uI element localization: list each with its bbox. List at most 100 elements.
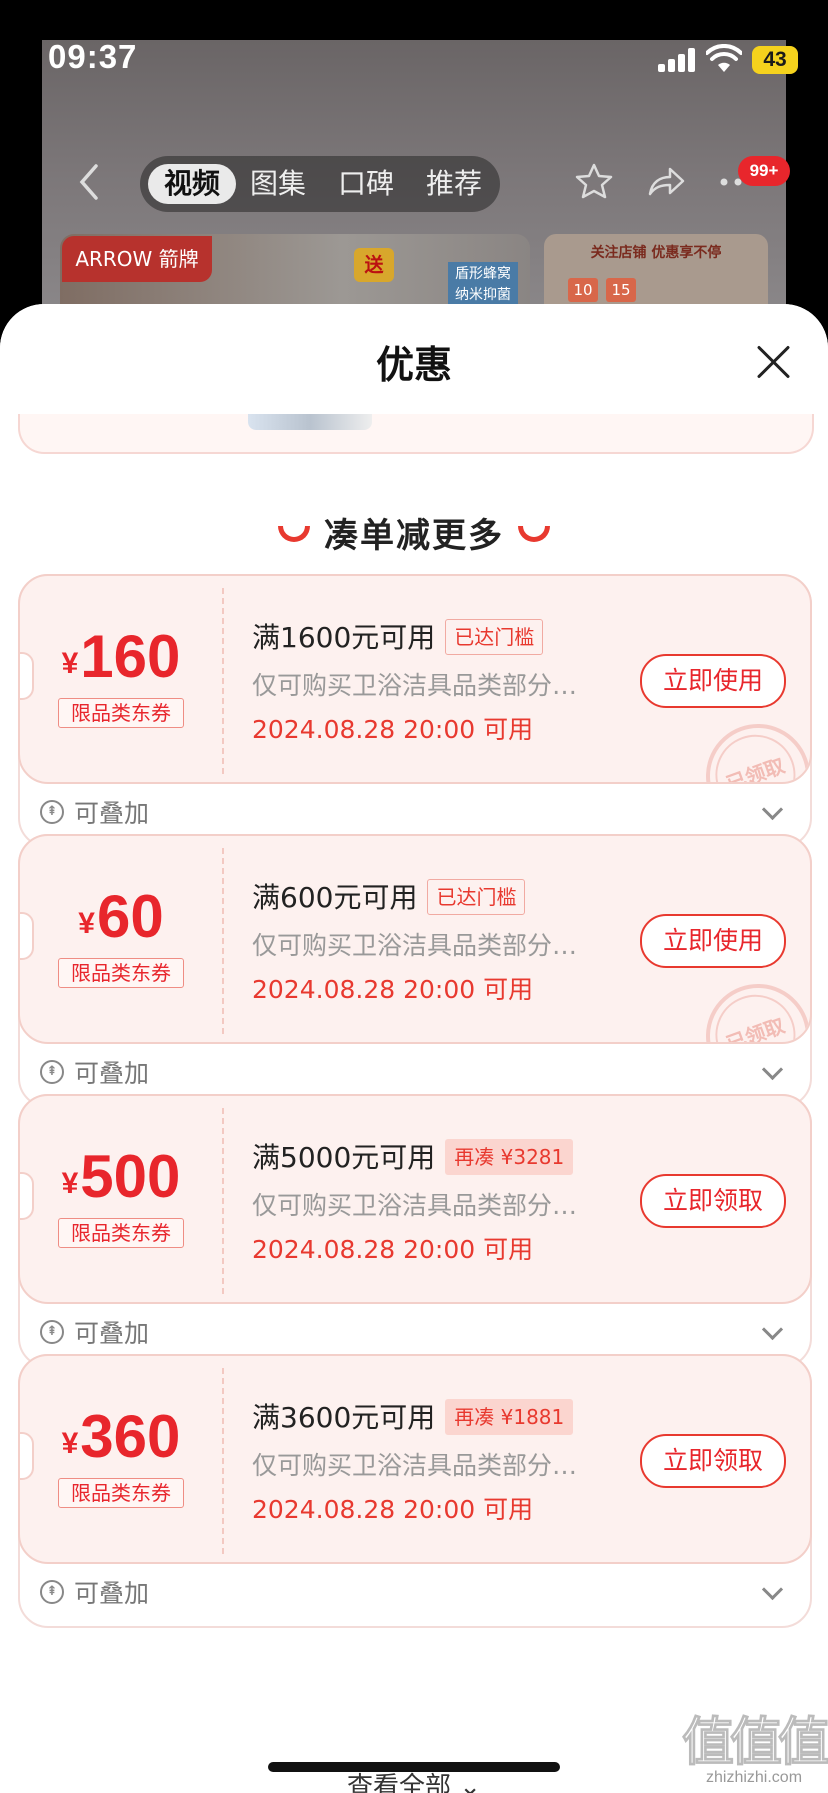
threshold-tag: 已达门槛 xyxy=(445,619,544,655)
condition-text: 满600元可用 xyxy=(252,881,418,914)
remaining-amount-tag: 再凑 ¥3281 xyxy=(445,1139,574,1175)
amount-value: 160 xyxy=(80,623,181,690)
coupon-divider xyxy=(222,1368,224,1554)
product-feature-tag: 盾形蜂窝 纳米抑菌 xyxy=(448,262,518,310)
condition-text: 满5000元可用 xyxy=(252,1141,436,1174)
home-indicator[interactable] xyxy=(268,1762,560,1772)
condition-text: 满3600元可用 xyxy=(252,1401,436,1434)
threshold-tag: 已达门槛 xyxy=(427,879,526,915)
claimed-stamp-text: 已领取 xyxy=(704,723,807,782)
coupon-divider xyxy=(222,1108,224,1294)
coupon-divider xyxy=(222,848,224,1034)
close-button[interactable] xyxy=(752,340,796,384)
currency-symbol: ¥ xyxy=(61,1167,79,1200)
stack-icon: ⇞ xyxy=(40,800,64,824)
coupon-divider xyxy=(222,588,224,774)
coupon-type-tag: 限品类东券 xyxy=(58,1478,184,1508)
coupon-condition: 满600元可用 已达门槛 xyxy=(252,876,526,916)
mini-coupon: 15 xyxy=(606,278,636,302)
remaining-amount-tag: 再凑 ¥1881 xyxy=(445,1399,574,1435)
amount-value: 360 xyxy=(80,1403,181,1470)
coupon-date: 2024.08.28 20:00 可用 xyxy=(252,975,534,1004)
stackable-label: 可叠加 xyxy=(74,1579,150,1608)
coupon-card: ¥160 限品类东券 满1600元可用 已达门槛 仅可购买卫浴洁具品类部分… 20… xyxy=(18,574,812,848)
coupon-type-tag: 限品类东券 xyxy=(58,1218,184,1248)
status-bar: 09:37 43 xyxy=(0,0,828,100)
claimed-stamp: 已领取 xyxy=(691,709,810,782)
coupon-body: ¥60 限品类东券 满600元可用 已达门槛 仅可购买卫浴洁具品类部分… 2024… xyxy=(18,834,812,1044)
use-now-button[interactable]: 立即使用 xyxy=(640,654,786,708)
coupon-condition: 满3600元可用 再凑 ¥1881 xyxy=(252,1396,574,1436)
coupon-body: ¥160 限品类东券 满1600元可用 已达门槛 仅可购买卫浴洁具品类部分… 20… xyxy=(18,574,812,784)
amount-value: 60 xyxy=(96,883,164,950)
chevron-down-icon[interactable] xyxy=(761,1578,784,1601)
cellular-signal-icon xyxy=(658,48,696,72)
coupon-date: 2024.08.28 20:00 可用 xyxy=(252,715,534,744)
chevron-down-icon[interactable] xyxy=(761,1058,784,1081)
section-title: 凑单减更多 xyxy=(0,508,828,557)
background-page: 09:37 43 视频 图集 口碑 推荐 99+ ARROW 箭牌 送 盾形蜂窝… xyxy=(0,0,828,354)
status-time: 09:37 xyxy=(48,38,138,75)
star-icon[interactable] xyxy=(574,162,614,200)
tab-gallery[interactable]: 图集 xyxy=(234,164,322,204)
tab-recommend[interactable]: 推荐 xyxy=(410,164,498,204)
coupon-date: 2024.08.28 20:00 可用 xyxy=(252,1495,534,1524)
wifi-icon xyxy=(706,44,742,72)
condition-text: 满1600元可用 xyxy=(252,621,436,654)
coupon-amount: ¥360 xyxy=(20,1402,222,1471)
smile-right-icon xyxy=(518,525,550,542)
coupon-type-tag: 限品类东券 xyxy=(58,958,184,988)
coupon-body: ¥500 限品类东券 满5000元可用 再凑 ¥3281 仅可购买卫浴洁具品类部分… xyxy=(18,1094,812,1304)
stackable-label: 可叠加 xyxy=(74,1319,150,1348)
sheet-title: 优惠 xyxy=(375,343,452,387)
message-badge: 99+ xyxy=(738,156,790,186)
back-arrow-icon[interactable] xyxy=(76,162,100,202)
coupon-card: ¥360 限品类东券 满3600元可用 再凑 ¥1881 仅可购买卫浴洁具品类部分… xyxy=(18,1354,812,1628)
store-promo-title: 关注店铺 优惠享不停 xyxy=(590,245,722,261)
coupon-description: 仅可购买卫浴洁具品类部分… xyxy=(252,1191,578,1220)
sheet-header: 优惠 xyxy=(0,304,828,414)
chevron-down-icon[interactable] xyxy=(761,798,784,821)
coupon-description: 仅可购买卫浴洁具品类部分… xyxy=(252,931,578,960)
coupon-condition: 满5000元可用 再凑 ¥3281 xyxy=(252,1136,574,1176)
claimed-stamp-text: 已领取 xyxy=(704,983,807,1042)
coupon-card: ¥60 限品类东券 满600元可用 已达门槛 仅可购买卫浴洁具品类部分… 2024… xyxy=(18,834,812,1108)
gift-tag: 送 xyxy=(354,248,394,282)
coupon-description: 仅可购买卫浴洁具品类部分… xyxy=(252,1451,578,1480)
claim-now-button[interactable]: 立即领取 xyxy=(640,1434,786,1488)
currency-symbol: ¥ xyxy=(61,1427,79,1460)
watermark-logo: 值值值 xyxy=(681,1714,828,1773)
coupon-condition: 满1600元可用 已达门槛 xyxy=(252,616,544,656)
coupon-card: ¥500 限品类东券 满5000元可用 再凑 ¥3281 仅可购买卫浴洁具品类部分… xyxy=(18,1094,812,1368)
tab-reviews[interactable]: 口碑 xyxy=(322,164,410,204)
battery-icon: 43 xyxy=(752,46,798,74)
coupon-amount: ¥500 xyxy=(20,1142,222,1211)
claimed-stamp: 已领取 xyxy=(691,969,810,1042)
tab-video[interactable]: 视频 xyxy=(148,164,237,204)
media-tabs: 视频 图集 口碑 推荐 xyxy=(140,156,500,212)
smile-left-icon xyxy=(278,525,310,542)
stack-icon: ⇞ xyxy=(40,1060,64,1084)
coupon-body: ¥360 限品类东券 满3600元可用 再凑 ¥1881 仅可购买卫浴洁具品类部分… xyxy=(18,1354,812,1564)
share-icon[interactable] xyxy=(646,162,686,200)
currency-symbol: ¥ xyxy=(61,647,79,680)
amount-value: 500 xyxy=(80,1143,181,1210)
stackable-label: 可叠加 xyxy=(74,1059,150,1088)
stack-icon: ⇞ xyxy=(40,1320,64,1344)
claim-now-button[interactable]: 立即领取 xyxy=(640,1174,786,1228)
chevron-down-icon[interactable] xyxy=(761,1318,784,1341)
section-title-text: 凑单减更多 xyxy=(324,516,504,556)
coupon-amount: ¥160 xyxy=(20,622,222,691)
currency-symbol: ¥ xyxy=(78,907,95,940)
coupon-amount: ¥60 xyxy=(20,882,222,951)
view-all-label: 查看全部 xyxy=(346,1772,451,1793)
mini-coupon: 10 xyxy=(568,278,598,302)
watermark: 值值值 zhizhizhi.com xyxy=(680,1700,828,1793)
coupon-sheet: 优惠 凑单减更多 ¥160 限品类东券 满1600元可用 已达门槛 仅可购买卫浴洁… xyxy=(0,304,828,1793)
chevron-down-icon: ⌄ xyxy=(459,1772,482,1793)
coupon-description: 仅可购买卫浴洁具品类部分… xyxy=(252,671,578,700)
brand-tag: ARROW 箭牌 xyxy=(62,236,212,282)
coupon-type-tag: 限品类东券 xyxy=(58,698,184,728)
use-now-button[interactable]: 立即使用 xyxy=(640,914,786,968)
stackable-label: 可叠加 xyxy=(74,799,150,828)
